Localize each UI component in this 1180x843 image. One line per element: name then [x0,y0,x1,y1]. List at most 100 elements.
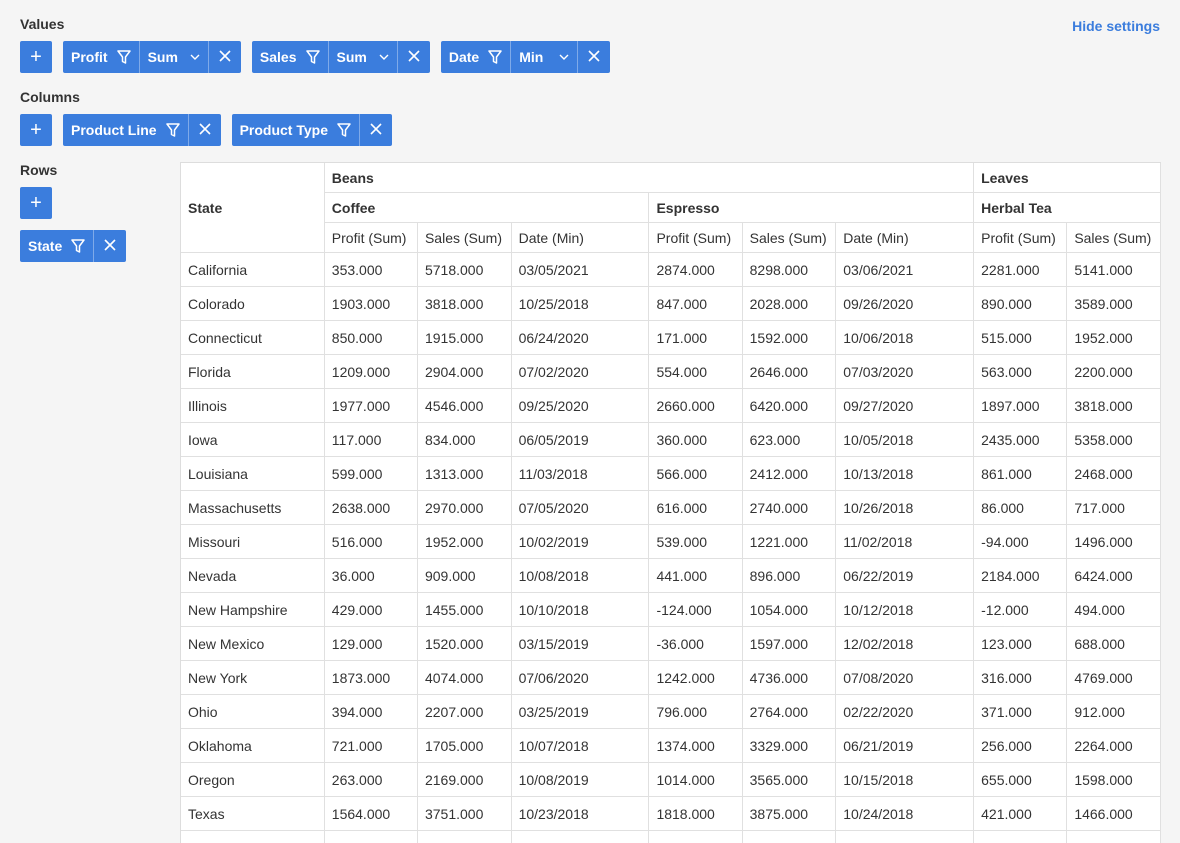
table-cell[interactable]: 1054.000 [742,593,836,627]
table-cell[interactable]: 10/25/2018 [511,287,649,321]
column-type-header[interactable]: Herbal Tea [974,193,1161,223]
table-cell[interactable]: 10/08/2019 [511,763,649,797]
table-cell[interactable]: 1014.000 [649,763,742,797]
table-cell[interactable]: 371.000 [974,695,1067,729]
table-cell[interactable]: 2169.000 [417,763,511,797]
table-cell[interactable]: 4736.000 [742,661,836,695]
measure-header[interactable]: Profit (Sum) [974,223,1067,253]
row-label-cell[interactable]: Ohio [181,695,324,729]
table-cell[interactable]: 10/05/2018 [836,423,974,457]
row-chip-state[interactable]: State [20,230,126,262]
table-cell[interactable]: 3818.000 [417,287,511,321]
measure-header[interactable]: Date (Min) [511,223,649,253]
table-cell[interactable]: 1952.000 [417,525,511,559]
table-cell[interactable]: 554.000 [649,355,742,389]
table-cell[interactable]: 4769.000 [1067,661,1161,695]
row-label-cell[interactable]: New Mexico [181,627,324,661]
table-cell[interactable]: 6420.000 [742,389,836,423]
table-cell[interactable]: 2646.000 [742,355,836,389]
table-cell[interactable]: 1705.000 [417,729,511,763]
table-cell[interactable]: 2660.000 [649,389,742,423]
table-cell[interactable]: 516.000 [324,525,417,559]
pivot-table-container[interactable]: State Beans Leaves Coffee Espresso Herba… [180,162,1161,843]
table-cell[interactable]: 10/15/2018 [836,763,974,797]
row-label-cell[interactable]: Nevada [181,559,324,593]
table-cell[interactable]: 07/08/2020 [836,661,974,695]
table-cell[interactable]: 2638.000 [324,491,417,525]
measure-header[interactable]: Sales (Sum) [417,223,511,253]
row-label-cell[interactable]: Oregon [181,763,324,797]
table-cell[interactable]: -12.000 [974,593,1067,627]
row-label-cell[interactable]: Illinois [181,389,324,423]
table-cell[interactable]: 1897.000 [974,389,1067,423]
table-cell[interactable]: 09/27/2020 [836,389,974,423]
table-cell[interactable]: 2264.000 [1067,729,1161,763]
value-chip-date[interactable]: Date Min [441,41,610,73]
add-column-button[interactable]: + [20,114,52,146]
table-cell[interactable]: 8298.000 [742,253,836,287]
table-cell[interactable]: 2468.000 [1067,457,1161,491]
table-cell[interactable]: 861.000 [974,457,1067,491]
table-cell[interactable]: 36.000 [324,559,417,593]
table-cell[interactable]: 07/06/2020 [511,661,649,695]
row-label-cell[interactable]: Texas [181,797,324,831]
table-cell[interactable]: 909.000 [417,559,511,593]
remove-chip-button[interactable] [189,114,221,146]
measure-header[interactable]: Sales (Sum) [742,223,836,253]
row-label-cell[interactable]: Missouri [181,525,324,559]
table-cell[interactable]: 3875.000 [742,797,836,831]
table-cell[interactable]: 117.000 [324,423,417,457]
filter-icon[interactable] [71,238,85,254]
remove-chip-button[interactable] [578,41,610,73]
add-row-button[interactable]: + [20,187,52,219]
table-cell[interactable]: 10/23/2018 [511,797,649,831]
table-cell[interactable]: 1209.000 [324,355,417,389]
table-cell[interactable]: 6424.000 [1067,559,1161,593]
table-cell[interactable]: 616.000 [649,491,742,525]
table-cell[interactable]: 02/22/2020 [836,695,974,729]
table-cell[interactable]: 539.000 [649,525,742,559]
remove-chip-button[interactable] [94,230,126,262]
table-cell[interactable]: 1374.000 [649,729,742,763]
table-cell[interactable]: 3751.000 [417,797,511,831]
table-cell[interactable]: 3818.000 [1067,389,1161,423]
row-label-cell[interactable]: Florida [181,355,324,389]
table-cell[interactable]: 2764.000 [742,695,836,729]
table-cell[interactable]: 06/22/2019 [836,559,974,593]
table-cell[interactable] [974,831,1067,843]
table-cell[interactable]: 2874.000 [649,253,742,287]
value-chip-date-name[interactable]: Date [441,41,511,73]
row-label-cell[interactable]: Colorado [181,287,324,321]
table-cell[interactable] [742,831,836,843]
table-cell[interactable]: 566.000 [649,457,742,491]
column-type-header[interactable]: Espresso [649,193,974,223]
table-cell[interactable]: 10/12/2018 [836,593,974,627]
table-cell[interactable]: 515.000 [974,321,1067,355]
filter-icon[interactable] [337,122,351,138]
column-chip-product-type[interactable]: Product Type [232,114,392,146]
table-cell[interactable]: 1952.000 [1067,321,1161,355]
value-chip-sales[interactable]: Sales Sum [252,41,430,73]
aggregation-select[interactable]: Sum [140,41,209,73]
value-chip-sales-name[interactable]: Sales [252,41,329,73]
table-cell[interactable] [417,831,511,843]
table-cell[interactable]: 353.000 [324,253,417,287]
table-cell[interactable]: 2740.000 [742,491,836,525]
table-cell[interactable]: 263.000 [324,763,417,797]
table-cell[interactable]: 171.000 [649,321,742,355]
aggregation-select[interactable]: Sum [329,41,398,73]
table-cell[interactable]: 06/21/2019 [836,729,974,763]
table-cell[interactable]: 03/05/2021 [511,253,649,287]
table-cell[interactable]: 494.000 [1067,593,1161,627]
table-cell[interactable]: 655.000 [974,763,1067,797]
value-chip-profit-name[interactable]: Profit [63,41,140,73]
table-cell[interactable]: 3565.000 [742,763,836,797]
table-cell[interactable]: 2970.000 [417,491,511,525]
table-cell[interactable] [836,831,974,843]
table-cell[interactable]: -124.000 [649,593,742,627]
table-cell[interactable]: 1903.000 [324,287,417,321]
table-cell[interactable]: 256.000 [974,729,1067,763]
table-cell[interactable]: 2435.000 [974,423,1067,457]
measure-header[interactable]: Profit (Sum) [649,223,742,253]
table-cell[interactable]: -36.000 [649,627,742,661]
